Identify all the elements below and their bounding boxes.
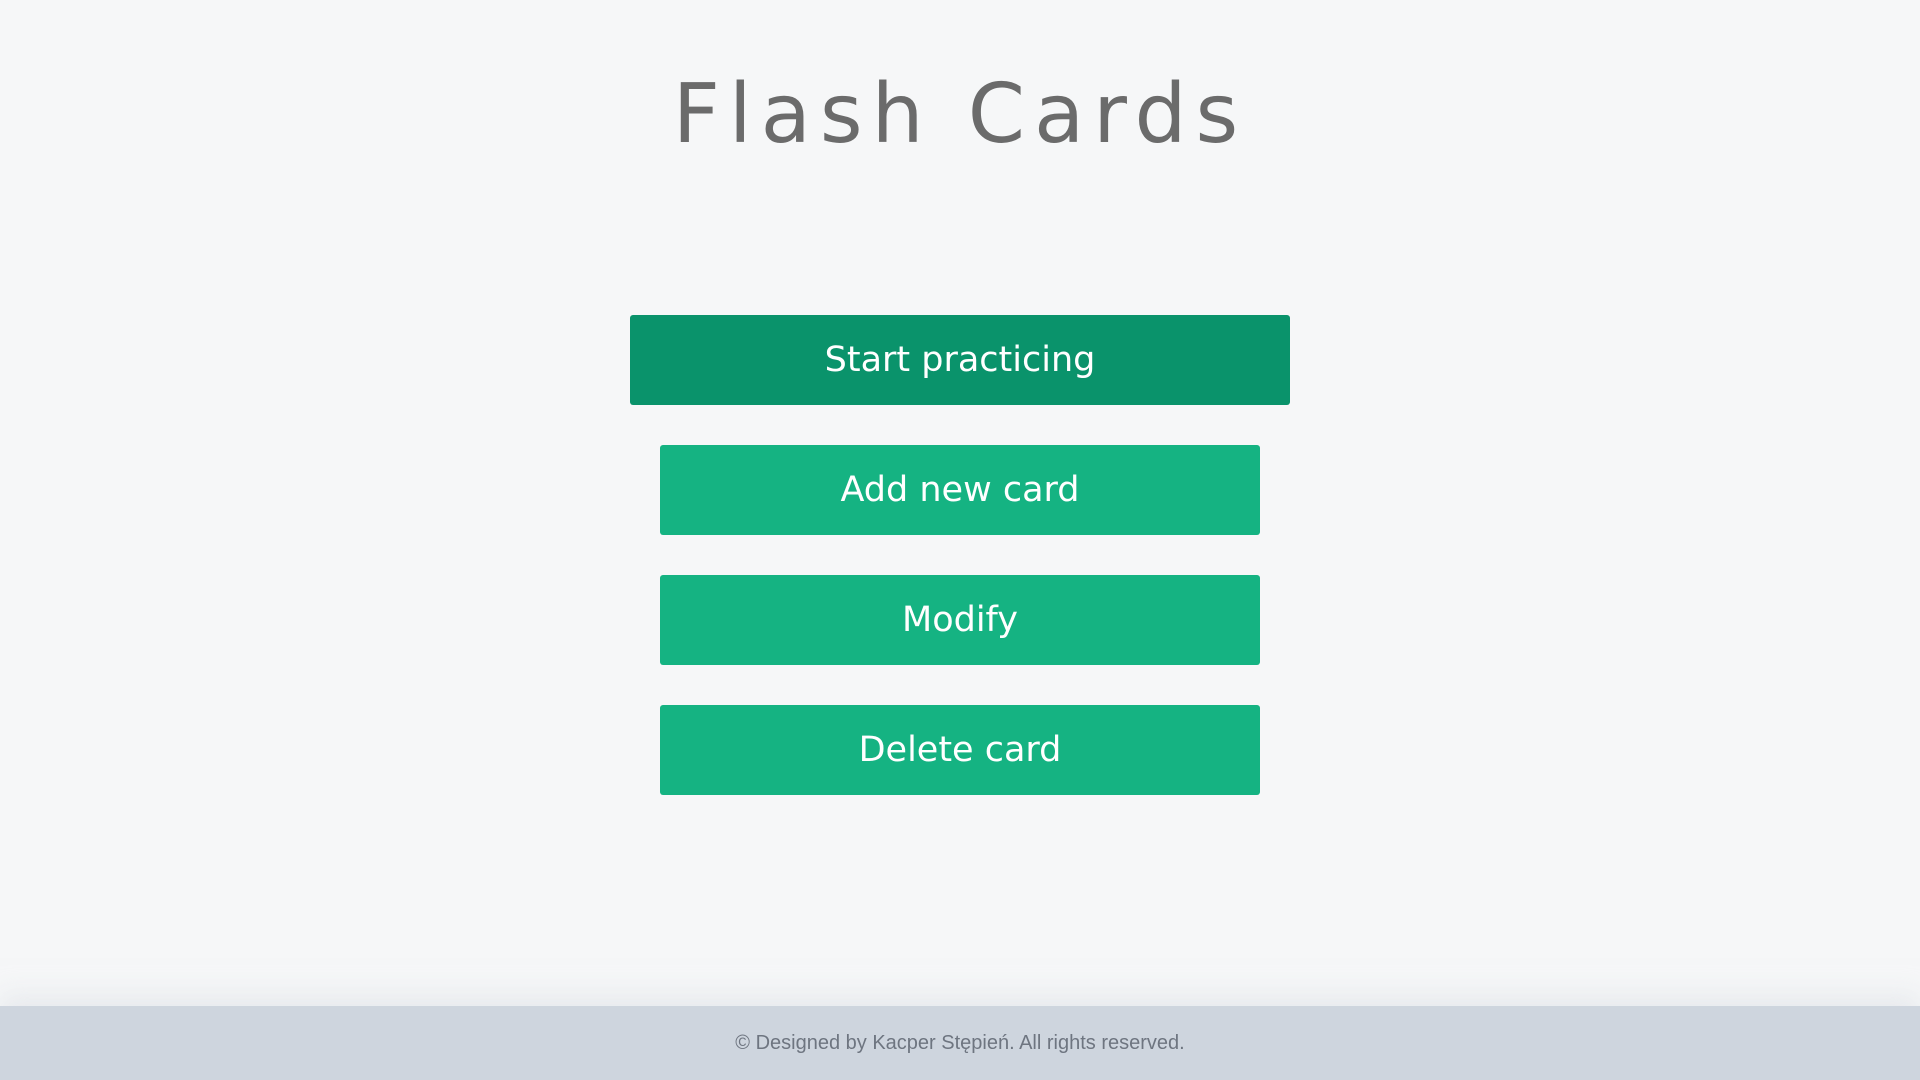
main-menu: Start practicing Add new card Modify Del… bbox=[0, 0, 1920, 1000]
delete-card-button[interactable]: Delete card bbox=[660, 705, 1260, 795]
page: Flash Cards Start practicing Add new car… bbox=[0, 0, 1920, 1080]
copyright-text: © Designed by Kacper Stępień. All rights… bbox=[735, 1032, 1185, 1054]
footer: © Designed by Kacper Stępień. All rights… bbox=[0, 1006, 1920, 1080]
add-new-card-button[interactable]: Add new card bbox=[660, 445, 1260, 535]
start-practicing-button[interactable]: Start practicing bbox=[630, 315, 1290, 405]
modify-button[interactable]: Modify bbox=[660, 575, 1260, 665]
